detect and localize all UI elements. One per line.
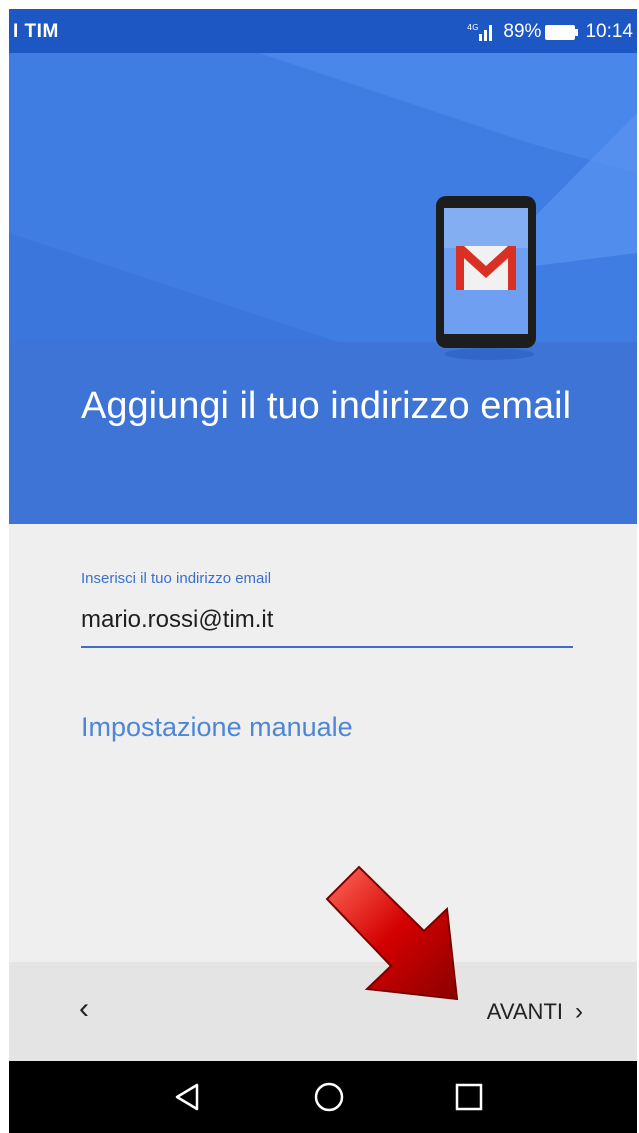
screen: I TIM 4G 89% 10:14 Aggiungi il tuo indir… — [9, 9, 637, 1133]
back-button[interactable]: ‹ — [79, 992, 109, 1032]
status-indicators: 4G 89% 10:14 — [467, 21, 633, 43]
manual-setup-link[interactable]: Impostazione manuale — [81, 712, 353, 743]
status-bar: I TIM 4G 89% 10:14 — [9, 9, 637, 53]
next-label: AVANTI — [486, 999, 563, 1024]
title-band: Aggiungi il tuo indirizzo email — [9, 342, 637, 524]
chevron-right-icon: › — [575, 998, 583, 1025]
header-illustration — [9, 53, 637, 342]
home-circle-icon[interactable] — [311, 1079, 347, 1115]
content-area: Inserisci il tuo indirizzo email Imposta… — [9, 524, 637, 962]
page-title: Aggiungi il tuo indirizzo email — [81, 385, 572, 427]
email-field[interactable] — [81, 604, 573, 648]
gmail-icon — [436, 196, 536, 360]
battery-icon — [545, 24, 579, 40]
clock: 10:14 — [585, 21, 633, 42]
signal-icon: 4G — [467, 23, 493, 41]
battery-percent: 89% — [503, 21, 542, 42]
carrier-name: I TIM — [13, 21, 59, 42]
bottom-action-bar: ‹ AVANTI › — [9, 962, 637, 1061]
recents-square-icon[interactable] — [451, 1079, 487, 1115]
background-shapes — [9, 53, 637, 342]
next-button[interactable]: AVANTI › — [487, 998, 583, 1026]
system-nav-bar — [9, 1061, 637, 1133]
back-triangle-icon[interactable] — [169, 1079, 205, 1115]
email-field-label: Inserisci il tuo indirizzo email — [81, 570, 272, 587]
svg-text:4G: 4G — [467, 23, 478, 32]
chevron-left-icon: ‹ — [79, 992, 89, 1025]
